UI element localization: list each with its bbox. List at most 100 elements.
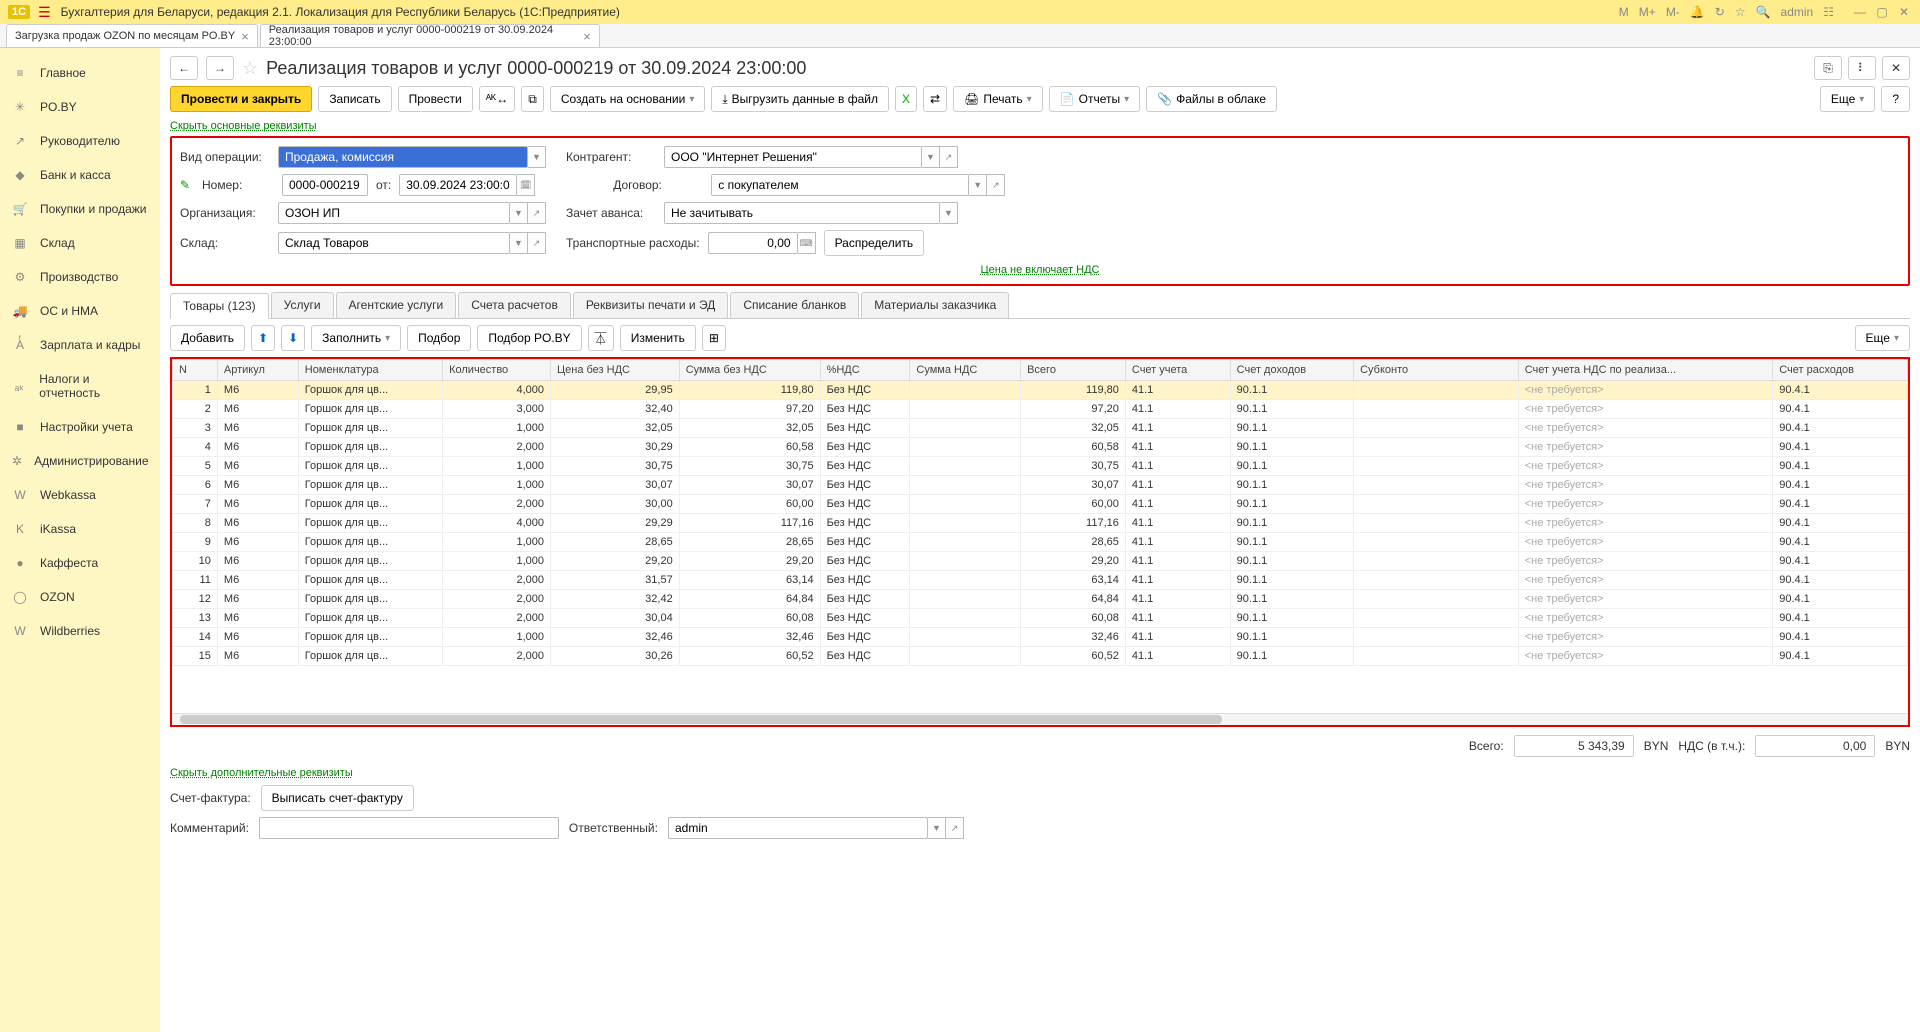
- star-icon[interactable]: ☆: [1735, 5, 1746, 19]
- memory-m[interactable]: M: [1619, 5, 1629, 19]
- inner-tab-2[interactable]: Агентские услуги: [336, 292, 457, 318]
- calc-icon[interactable]: ⌨: [798, 232, 816, 254]
- table-row[interactable]: 11M6Горшок для цв...2,00031,5763,14Без Н…: [173, 571, 1908, 590]
- inner-tab-0[interactable]: Товары (123): [170, 293, 269, 319]
- column-header[interactable]: Цена без НДС: [550, 360, 679, 381]
- comment-input[interactable]: [259, 817, 559, 839]
- chevron-down-icon[interactable]: ▼: [528, 146, 546, 168]
- structure-icon[interactable]: ⧉: [521, 86, 544, 112]
- user-name[interactable]: admin: [1781, 5, 1814, 19]
- move-up-icon[interactable]: ⬆: [251, 325, 275, 351]
- add-button[interactable]: Добавить: [170, 325, 245, 351]
- column-header[interactable]: Всего: [1021, 360, 1126, 381]
- sidebar-item-11[interactable]: ✲Администрирование: [0, 444, 160, 478]
- nav-back-icon[interactable]: ←: [170, 56, 198, 80]
- history-icon[interactable]: ↻: [1715, 5, 1725, 19]
- sidebar-item-8[interactable]: AͬЗарплата и кадры: [0, 328, 160, 362]
- inner-tab-4[interactable]: Реквизиты печати и ЭД: [573, 292, 729, 318]
- table-row[interactable]: 6M6Горшок для цв...1,00030,0730,07Без НД…: [173, 476, 1908, 495]
- table-row[interactable]: 2M6Горшок для цв...3,00032,4097,20Без НД…: [173, 400, 1908, 419]
- close-page-icon[interactable]: ✕: [1882, 56, 1910, 80]
- tab-ozon-load[interactable]: Загрузка продаж OZON по месяцам PO.BY ×: [6, 24, 258, 47]
- pick-button[interactable]: Подбор: [407, 325, 471, 351]
- more-table-button[interactable]: Еще: [1855, 325, 1910, 351]
- advance-input[interactable]: [664, 202, 940, 224]
- table-row[interactable]: 3M6Горшок для цв...1,00032,0532,05Без НД…: [173, 419, 1908, 438]
- close-icon[interactable]: ×: [241, 29, 249, 44]
- sidebar-item-9[interactable]: ₐₖНалоги и отчетность: [0, 362, 160, 410]
- move-down-icon[interactable]: ⬇: [281, 325, 305, 351]
- sidebar-item-6[interactable]: ⚙Производство: [0, 260, 160, 294]
- counterparty-input[interactable]: [664, 146, 922, 168]
- more-button[interactable]: Еще: [1820, 86, 1875, 112]
- column-header[interactable]: Сумма НДС: [910, 360, 1021, 381]
- transport-input[interactable]: [708, 232, 798, 254]
- column-header[interactable]: %НДС: [820, 360, 910, 381]
- memory-mplus[interactable]: M+: [1639, 5, 1656, 19]
- pick-poby-button[interactable]: Подбор PO.BY: [477, 325, 581, 351]
- open-ref-icon[interactable]: ↗: [946, 817, 964, 839]
- link-icon[interactable]: ⎘: [1814, 56, 1842, 80]
- table-row[interactable]: 15M6Горшок для цв...2,00030,2660,52Без Н…: [173, 647, 1908, 666]
- sidebar-item-14[interactable]: ●Каффеста: [0, 546, 160, 580]
- sidebar-item-4[interactable]: 🛒Покупки и продажи: [0, 192, 160, 226]
- column-header[interactable]: Субконто: [1354, 360, 1519, 381]
- write-invoice-button[interactable]: Выписать счет-фактуру: [261, 785, 414, 811]
- column-header[interactable]: Счет учета НДС по реализа...: [1518, 360, 1772, 381]
- settings-icon[interactable]: ☷: [1823, 5, 1834, 19]
- op-kind-input[interactable]: [278, 146, 528, 168]
- vat-note-link[interactable]: Цена не включает НДС: [981, 264, 1100, 276]
- post-and-close-button[interactable]: Провести и закрыть: [170, 86, 312, 112]
- sidebar-item-5[interactable]: ▦Склад: [0, 226, 160, 260]
- post-button[interactable]: Провести: [398, 86, 473, 112]
- movements-icon[interactable]: ᴬᴷ↔: [479, 86, 516, 112]
- chevron-down-icon[interactable]: ▼: [969, 174, 987, 196]
- reports-button[interactable]: 📄Отчеты: [1049, 86, 1140, 112]
- column-header[interactable]: Счет расходов: [1773, 360, 1908, 381]
- inner-tab-6[interactable]: Материалы заказчика: [861, 292, 1009, 318]
- hide-requisites-link[interactable]: Скрыть основные реквизиты: [170, 120, 317, 132]
- responsible-input[interactable]: [668, 817, 928, 839]
- help-button[interactable]: ?: [1881, 86, 1910, 112]
- nav-forward-icon[interactable]: →: [206, 56, 234, 80]
- open-ref-icon[interactable]: ↗: [987, 174, 1005, 196]
- sidebar-item-0[interactable]: ≡Главное: [0, 56, 160, 90]
- close-window-icon[interactable]: ✕: [1896, 5, 1912, 19]
- sidebar-item-2[interactable]: ↗Руководителю: [0, 124, 160, 158]
- hide-extra-link[interactable]: Скрыть дополнительные реквизиты: [170, 767, 353, 779]
- contract-input[interactable]: [711, 174, 969, 196]
- column-header[interactable]: Номенклатура: [298, 360, 442, 381]
- column-header[interactable]: Сумма без НДС: [679, 360, 820, 381]
- open-ref-icon[interactable]: ↗: [528, 232, 546, 254]
- inner-tab-1[interactable]: Услуги: [271, 292, 334, 318]
- cloud-files-button[interactable]: 📎Файлы в облаке: [1146, 86, 1277, 112]
- export-data-button[interactable]: ⤓Выгрузить данные в файл: [711, 86, 889, 112]
- barcode-icon[interactable]: ⏄: [588, 325, 614, 351]
- sidebar-item-13[interactable]: KiKassa: [0, 512, 160, 546]
- chevron-down-icon[interactable]: ▼: [940, 202, 958, 224]
- column-header[interactable]: Артикул: [217, 360, 298, 381]
- table-row[interactable]: 5M6Горшок для цв...1,00030,7530,75Без НД…: [173, 457, 1908, 476]
- sidebar-item-16[interactable]: WWildberries: [0, 614, 160, 648]
- minimize-icon[interactable]: —: [1852, 5, 1868, 19]
- memory-mminus[interactable]: M-: [1666, 5, 1680, 19]
- settings-icon[interactable]: ⠇: [1848, 56, 1876, 80]
- number-input[interactable]: [282, 174, 368, 196]
- sidebar-item-7[interactable]: 🚚ОС и НМА: [0, 294, 160, 328]
- table-row[interactable]: 8M6Горшок для цв...4,00029,29117,16Без Н…: [173, 514, 1908, 533]
- fill-button[interactable]: Заполнить: [311, 325, 401, 351]
- column-header[interactable]: Счет доходов: [1230, 360, 1353, 381]
- calendar-icon[interactable]: 🗓: [517, 174, 535, 196]
- column-header[interactable]: N: [173, 360, 218, 381]
- inner-tab-3[interactable]: Счета расчетов: [458, 292, 571, 318]
- open-ref-icon[interactable]: ↗: [940, 146, 958, 168]
- org-input[interactable]: [278, 202, 510, 224]
- tab-realization[interactable]: Реализация товаров и услуг 0000-000219 о…: [260, 24, 600, 47]
- sidebar-item-15[interactable]: ◯OZON: [0, 580, 160, 614]
- table-row[interactable]: 14M6Горшок для цв...1,00032,4632,46Без Н…: [173, 628, 1908, 647]
- chevron-down-icon[interactable]: ▼: [928, 817, 946, 839]
- open-ref-icon[interactable]: ↗: [528, 202, 546, 224]
- table-row[interactable]: 13M6Горшок для цв...2,00030,0460,08Без Н…: [173, 609, 1908, 628]
- table-row[interactable]: 1M6Горшок для цв...4,00029,95119,80Без Н…: [173, 381, 1908, 400]
- inner-tab-5[interactable]: Списание бланков: [730, 292, 859, 318]
